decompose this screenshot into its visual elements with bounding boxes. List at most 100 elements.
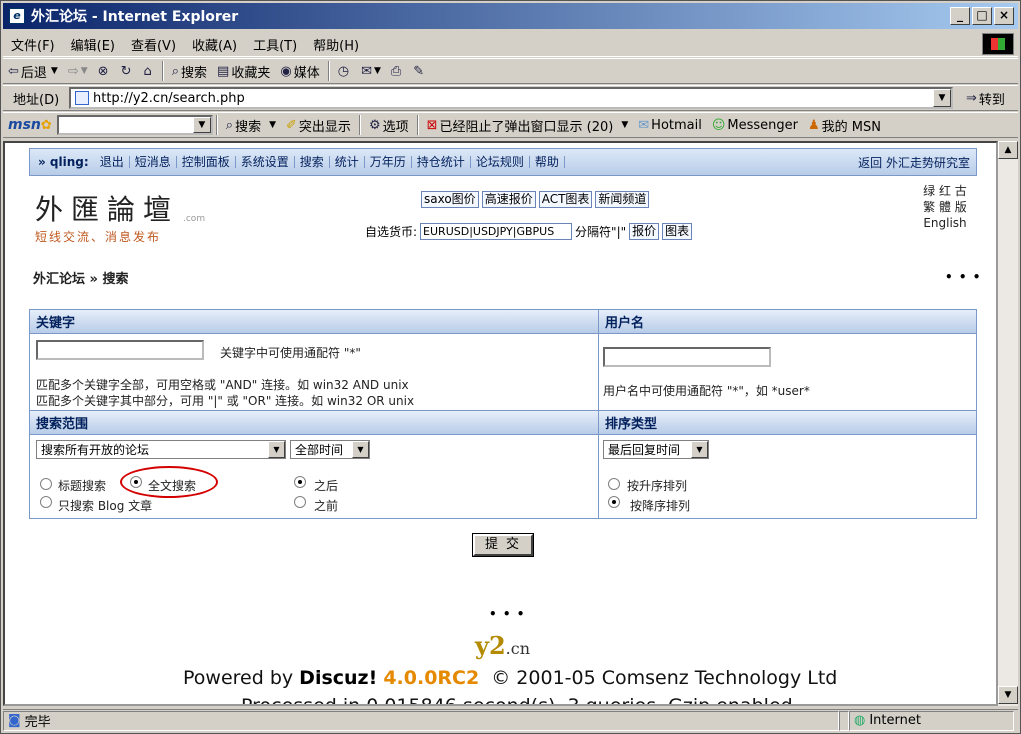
title-search-label: 标题搜索 — [58, 479, 107, 493]
mail-button[interactable]: ✉ ▼ — [356, 64, 386, 79]
standard-toolbar: ⇦ 后退 ▼ ⇨ ▼ ⊗ ↻ ⌂ ⌕ 搜索 ▤ 收藏夹 ◉ 媒体 ◷ ✉ ▼ ⎙ ✎ — [3, 58, 1018, 84]
menu-view[interactable]: 查看(V) — [123, 35, 184, 54]
blocked-popup-icon: ⊠ — [426, 117, 438, 133]
radio-sort-asc[interactable] — [608, 478, 620, 490]
print-button[interactable]: ⎙ — [386, 64, 408, 79]
sort-select[interactable]: 最后回复时间 ▼ — [603, 440, 709, 459]
butterfly-icon: ✿ — [40, 117, 52, 133]
options-icon: ⚙ — [368, 117, 381, 133]
radio-blog-search[interactable] — [40, 496, 52, 508]
msn-search-input[interactable]: ▼ — [56, 115, 213, 135]
close-button[interactable]: × — [994, 7, 1014, 25]
messenger-button[interactable]: ☺ Messenger — [707, 118, 803, 133]
radio-after[interactable] — [294, 476, 306, 488]
submit-button[interactable]: 提交 — [473, 534, 533, 556]
menu-help[interactable]: 帮助(H) — [305, 35, 367, 54]
highlight-button[interactable]: ✐ 突出显示 — [281, 116, 356, 135]
fast-quote-link[interactable]: 高速报价 — [481, 191, 536, 208]
blog-search-label: 只搜索 Blog 文章 — [58, 499, 153, 513]
forward-dropdown-icon[interactable]: ▼ — [81, 66, 88, 76]
hotmail-icon: ✉ — [638, 117, 650, 133]
lang-colors[interactable]: 绿 红 古 — [915, 183, 975, 199]
news-channel-link[interactable]: 新闻频道 — [595, 191, 650, 208]
history-button[interactable]: ◷ — [333, 64, 356, 79]
go-button[interactable]: ⇒ 转到 — [961, 89, 1010, 108]
msn-search-button[interactable]: ⌕ 搜索 ▼ — [221, 116, 281, 135]
options-button[interactable]: ⚙ 选项 — [364, 116, 414, 135]
lang-traditional[interactable]: 繁 體 版 — [915, 199, 975, 215]
forward-button[interactable]: ⇨ ▼ — [63, 64, 93, 79]
scroll-down-icon[interactable]: ▼ — [998, 686, 1018, 704]
msn-search-menu-icon[interactable]: ▼ — [269, 120, 276, 130]
hotmail-button[interactable]: ✉ Hotmail — [633, 118, 707, 133]
chart-button[interactable]: 图表 — [662, 223, 693, 240]
menu-tools[interactable]: 工具(T) — [245, 35, 305, 54]
act-chart-link[interactable]: ACT图表 — [538, 191, 593, 208]
menu-edit[interactable]: 编辑(E) — [63, 35, 123, 54]
msn-logo[interactable]: msn ✿ — [3, 117, 57, 133]
search-button[interactable]: ⌕ 搜索 — [167, 62, 212, 81]
windows-logo-icon — [982, 33, 1014, 55]
chevron-down-icon: ▼ — [691, 441, 708, 458]
footer-logo[interactable]: y2.cn — [475, 631, 530, 660]
back-button[interactable]: ⇦ 后退 ▼ — [3, 62, 63, 81]
ie-icon: e — [9, 8, 25, 24]
currency-input[interactable]: EURUSD|USDJPY|GBPUS — [420, 223, 573, 240]
radio-before[interactable] — [294, 496, 306, 508]
breadcrumb[interactable]: 外汇论坛 » 搜索 — [33, 268, 128, 287]
nav-logout[interactable]: 退出 — [95, 156, 130, 168]
globe-icon: ◍ — [854, 713, 866, 728]
username-input[interactable] — [603, 347, 771, 367]
edit-button[interactable]: ✎ — [408, 64, 431, 79]
footer-dots: • • • — [489, 607, 526, 621]
nav-control-panel[interactable]: 控制面板 — [177, 156, 236, 168]
back-dropdown-icon[interactable]: ▼ — [51, 66, 58, 76]
nav-position-stats[interactable]: 持仓统计 — [412, 156, 471, 168]
nav-messages[interactable]: 短消息 — [130, 156, 177, 168]
stop-button[interactable]: ⊗ — [93, 64, 116, 79]
nav-help[interactable]: 帮助 — [530, 156, 565, 168]
nav-return-link[interactable]: 返回 外汇走势研究室 — [858, 154, 976, 171]
radio-title-search[interactable] — [40, 478, 52, 490]
username-hint: 用户名中可使用通配符 "*"，如 *user* — [603, 384, 810, 398]
my-msn-button[interactable]: ♟ 我的 MSN — [803, 116, 886, 135]
menu-favorites[interactable]: 收藏(A) — [184, 35, 245, 54]
quote-button[interactable]: 报价 — [629, 223, 660, 240]
nav-settings[interactable]: 系统设置 — [236, 156, 295, 168]
maximize-button[interactable]: □ — [972, 7, 992, 25]
scroll-up-icon[interactable]: ▲ — [998, 141, 1018, 159]
nav-stats[interactable]: 统计 — [330, 156, 365, 168]
forum-select[interactable]: 搜索所有开放的论坛 ▼ — [36, 440, 286, 459]
nav-calendar[interactable]: 万年历 — [365, 156, 412, 168]
mail-dropdown-icon: ▼ — [373, 66, 381, 76]
nav-search[interactable]: 搜索 — [295, 156, 330, 168]
saxo-chart-link[interactable]: saxo图价 — [421, 191, 479, 208]
discuz-link[interactable]: Discuz! — [299, 667, 377, 689]
title-bar[interactable]: e 外汇论坛 - Internet Explorer _ □ × — [3, 3, 1018, 29]
sort-asc-label: 按升序排列 — [627, 479, 688, 493]
page-done-icon: ◙ — [8, 713, 21, 728]
msn-search-dropdown-icon[interactable]: ▼ — [192, 117, 211, 133]
favorites-button[interactable]: ▤ 收藏夹 — [212, 62, 275, 81]
nav-username[interactable]: » qling: — [30, 155, 95, 169]
refresh-button[interactable]: ↻ — [116, 64, 139, 79]
minimize-button[interactable]: _ — [950, 7, 970, 25]
popup-blocker-button[interactable]: ⊠ 已经阻止了弹出窗口显示 (20) ▼ — [422, 116, 634, 135]
keyword-input[interactable] — [36, 340, 204, 360]
keyword-header: 关键字 — [30, 310, 598, 334]
media-button[interactable]: ◉ 媒体 — [275, 62, 324, 81]
nav-rules[interactable]: 论坛规则 — [471, 156, 530, 168]
processed-info: Processed in 0.015846 second(s), 3 queri… — [241, 695, 793, 706]
vertical-scrollbar[interactable]: ▲ ▼ — [998, 141, 1018, 706]
forum-logo[interactable]: 外匯論壇 短线交流、消息发布 .com — [35, 188, 205, 244]
radio-sort-desc[interactable] — [608, 496, 620, 508]
popup-dropdown-icon[interactable]: ▼ — [621, 120, 628, 130]
stop-icon: ⊗ — [97, 63, 109, 79]
time-select[interactable]: 全部时间 ▼ — [290, 440, 370, 459]
lang-english[interactable]: English — [915, 215, 975, 231]
home-button[interactable]: ⌂ — [138, 64, 158, 79]
address-input[interactable]: http://y2.cn/search.php ▼ — [69, 87, 953, 109]
top-dots: • • • — [945, 270, 982, 284]
menu-file[interactable]: 文件(F) — [3, 35, 63, 54]
address-dropdown-icon[interactable]: ▼ — [933, 89, 951, 107]
